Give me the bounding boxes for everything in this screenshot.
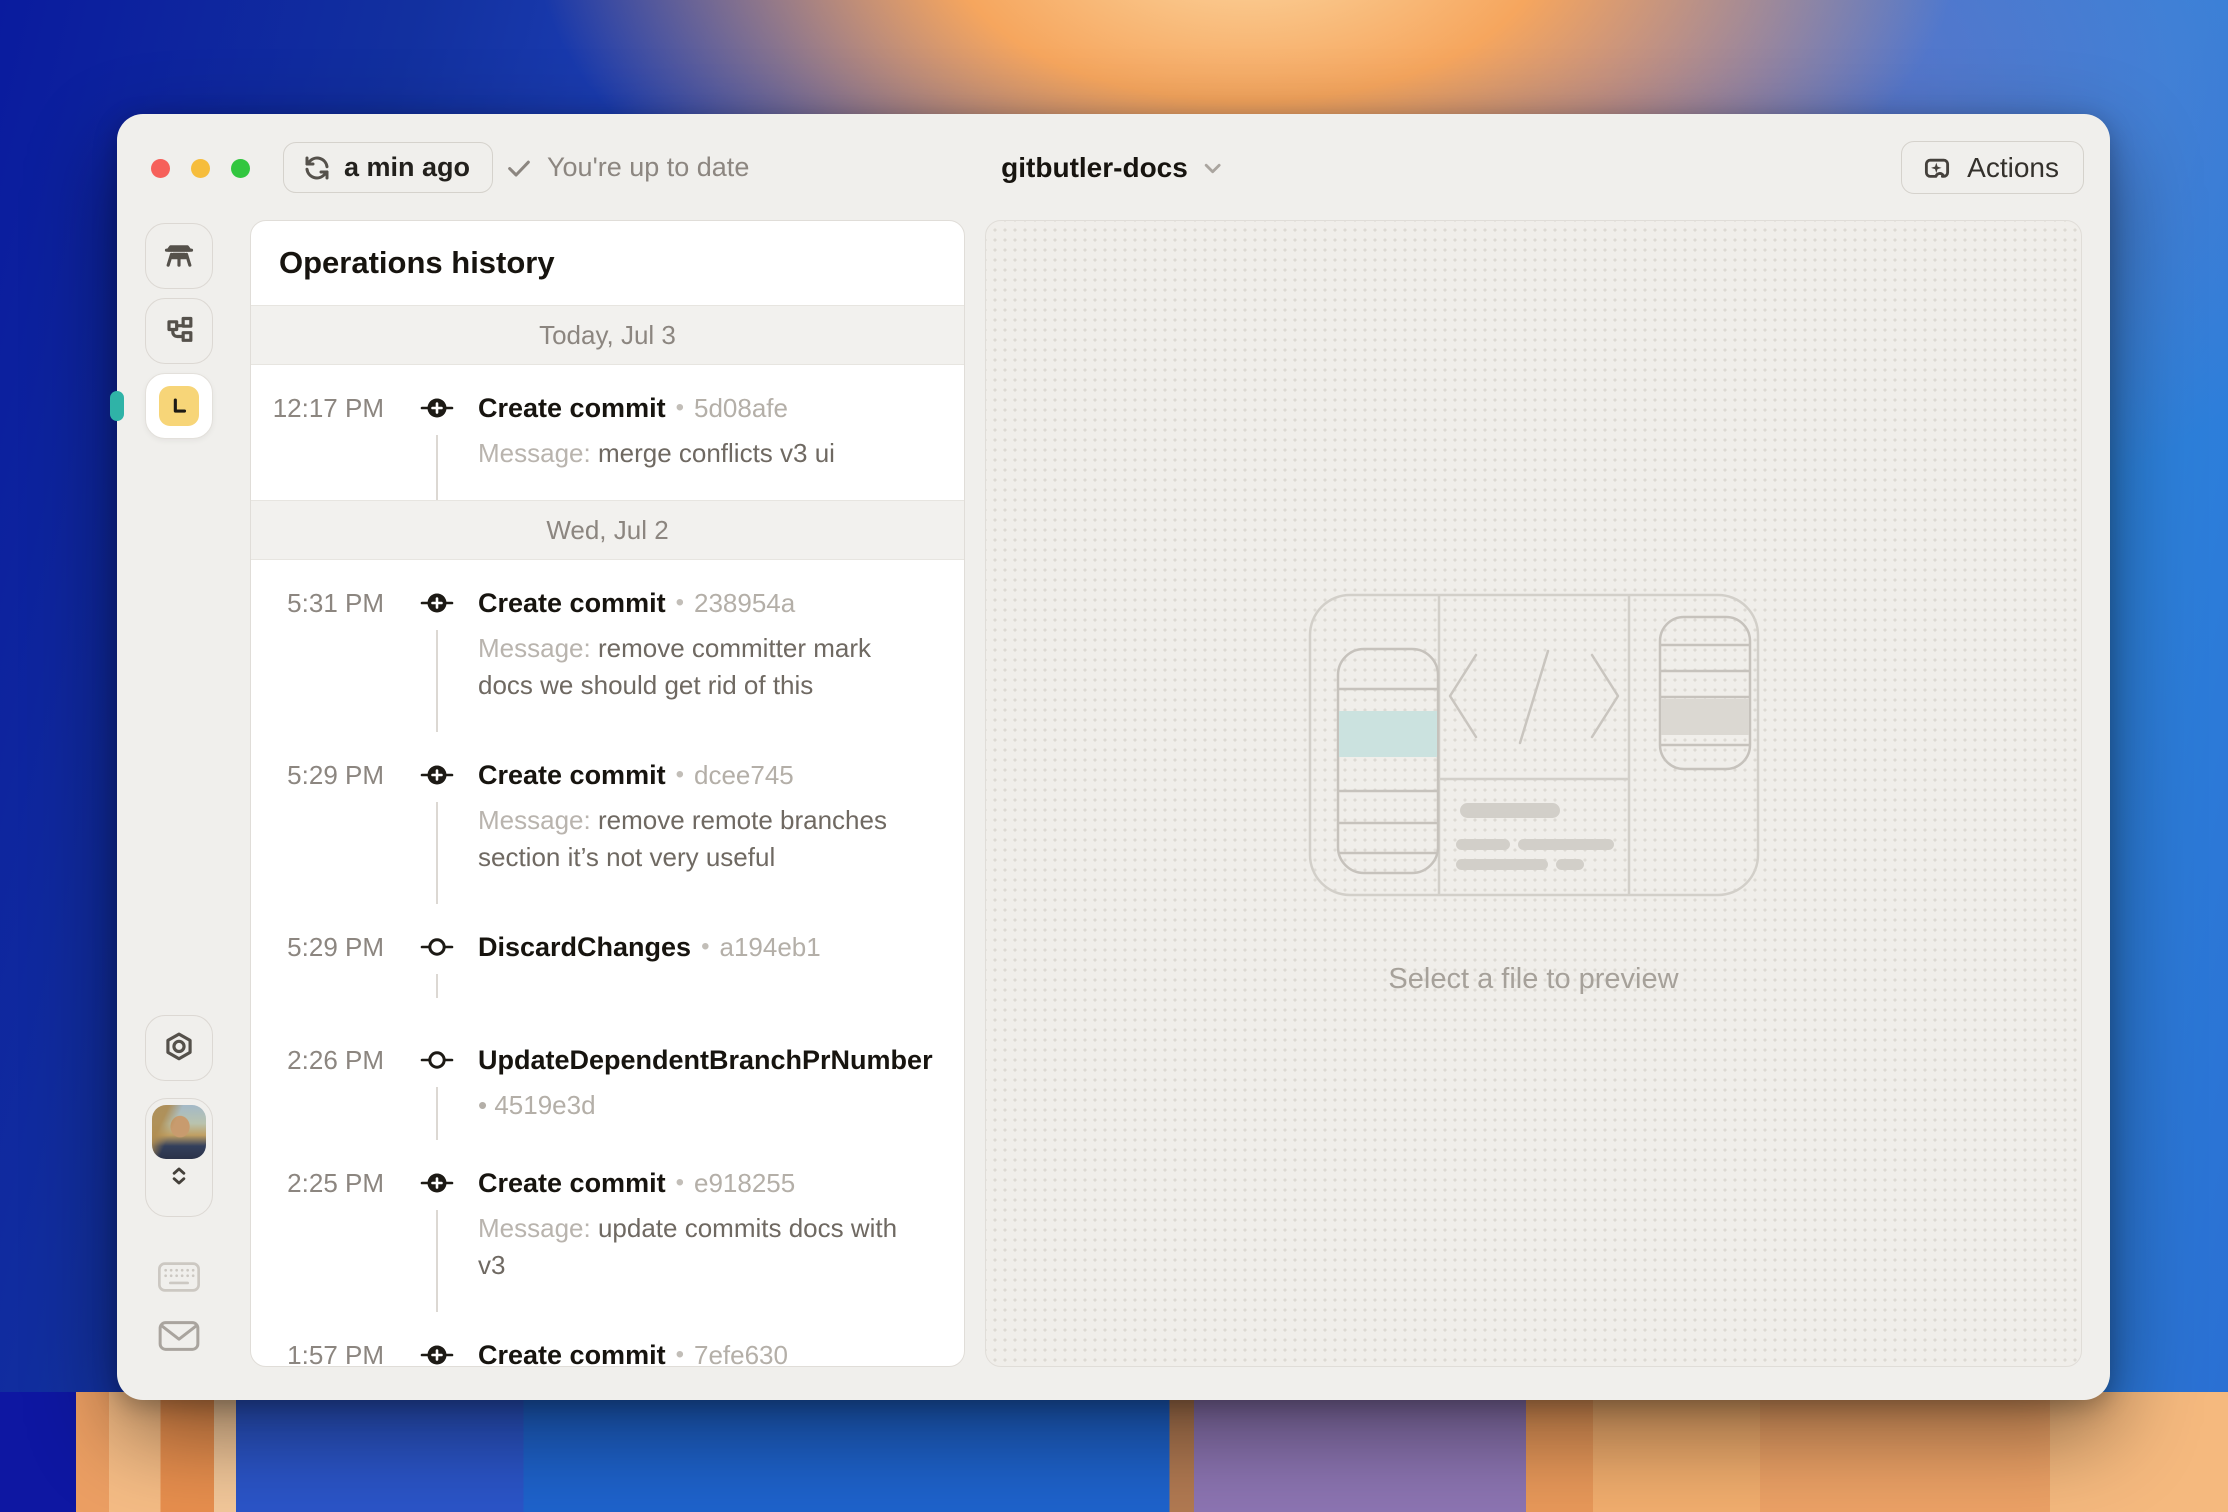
close-button[interactable] bbox=[151, 159, 170, 178]
keyboard-icon bbox=[157, 1260, 201, 1294]
entry-hash: e918255 bbox=[693, 1167, 796, 1198]
zoom-button[interactable] bbox=[231, 159, 250, 178]
message-label: Message: bbox=[478, 1213, 598, 1243]
entry-hash: a194eb1 bbox=[719, 931, 821, 962]
entry-hash: dcee745 bbox=[693, 759, 794, 790]
commit-icon bbox=[396, 930, 478, 964]
history-entry[interactable]: 2:25 PM Create commit • e918255 Message: upd… bbox=[251, 1140, 964, 1312]
entry-connector-line bbox=[436, 974, 438, 998]
panel-title: Operations history bbox=[279, 245, 555, 280]
message-label: Message: bbox=[478, 805, 598, 835]
entry-connector-line bbox=[436, 435, 438, 500]
operations-history-panel: Operations history Today, Jul 3 12:17 PM C… bbox=[250, 220, 965, 1367]
project-name: gitbutler-docs bbox=[1001, 151, 1188, 183]
entry-message bbox=[478, 974, 948, 1017]
entry-time: 5:31 PM bbox=[287, 587, 384, 618]
operations-list: Today, Jul 3 12:17 PM Create commit • 5d08af… bbox=[251, 305, 964, 1367]
entry-title: UpdateDependentBranchPrNumber bbox=[478, 1044, 933, 1075]
entry-title: Create commit bbox=[478, 1339, 666, 1367]
bullet-separator: • bbox=[675, 761, 684, 788]
actions-label: Actions bbox=[1967, 151, 2059, 183]
sparkle-icon bbox=[1920, 151, 1954, 185]
sync-label: a min ago bbox=[344, 152, 471, 182]
window-controls bbox=[151, 159, 250, 178]
file-preview-panel: Select a file to preview bbox=[985, 220, 2082, 1367]
commit-plus-icon bbox=[396, 758, 478, 792]
workbench-icon bbox=[159, 236, 199, 276]
sidebar-item-history[interactable] bbox=[145, 373, 213, 439]
preview-hint-text: Select a file to preview bbox=[1388, 963, 1679, 995]
bullet-separator: • bbox=[701, 933, 710, 960]
avatar bbox=[152, 1105, 206, 1159]
entry-title: Create commit bbox=[478, 1167, 666, 1198]
entry-message: Message: merge conflicts v3 ui bbox=[478, 438, 835, 468]
feedback-button[interactable] bbox=[145, 1318, 213, 1354]
entry-connector-line bbox=[436, 1210, 438, 1312]
commit-plus-icon bbox=[396, 1166, 478, 1200]
sidebar-item-branches[interactable] bbox=[145, 298, 213, 364]
settings-button[interactable] bbox=[145, 1015, 213, 1081]
entry-hash: 238954a bbox=[693, 587, 796, 618]
sync-button[interactable]: a min ago bbox=[283, 142, 494, 193]
sidebar-item-workspace[interactable] bbox=[145, 223, 213, 289]
history-entry[interactable]: 2:26 PM UpdateDependentBranchPrNumber • 45… bbox=[251, 1017, 964, 1140]
entry-message: Message: update commits docs with v3 bbox=[478, 1213, 898, 1280]
check-icon bbox=[505, 154, 533, 182]
status-text: You're up to date bbox=[547, 152, 750, 182]
history-entry[interactable]: 5:31 PM Create commit • 238954a Message: rem… bbox=[251, 560, 964, 732]
history-entry[interactable]: 5:29 PM Create commit • dcee745 Message: rem… bbox=[251, 732, 964, 904]
commit-icon bbox=[396, 1043, 478, 1077]
gitbutler-window: a min ago You're up to date gitbutler-do… bbox=[110, 114, 2110, 1400]
date-section-header: Today, Jul 3 bbox=[251, 305, 964, 365]
entry-title: DiscardChanges bbox=[478, 931, 692, 962]
project-switcher[interactable]: gitbutler-docs bbox=[1001, 142, 1226, 193]
chevron-sort-icon bbox=[166, 1163, 192, 1189]
entry-title: Create commit bbox=[478, 587, 666, 618]
entry-time: 2:26 PM bbox=[287, 1044, 384, 1075]
preview-placeholder-illustration bbox=[1308, 593, 1760, 897]
date-section-header: Wed, Jul 2 bbox=[251, 500, 964, 560]
bullet-separator: • bbox=[675, 394, 684, 421]
commit-plus-icon bbox=[396, 1338, 478, 1366]
message-label: Message: bbox=[478, 438, 598, 468]
wallpaper-light-rays bbox=[0, 1392, 2228, 1512]
lane-l-icon bbox=[159, 386, 199, 426]
bullet-separator: • bbox=[675, 1169, 684, 1196]
mail-icon bbox=[157, 1318, 201, 1354]
entry-message: Message: remove remote branches section … bbox=[478, 805, 887, 872]
minimize-button[interactable] bbox=[191, 159, 210, 178]
sync-icon bbox=[302, 153, 332, 183]
entry-time: 5:29 PM bbox=[287, 931, 384, 962]
bullet-separator: • bbox=[675, 1341, 684, 1367]
entry-message: • 4519e3d bbox=[478, 1090, 596, 1120]
message-label: Message: bbox=[478, 633, 598, 663]
entry-hash: 7efe630 bbox=[693, 1339, 788, 1367]
update-status: You're up to date bbox=[505, 142, 749, 193]
entry-connector-line bbox=[436, 1087, 438, 1140]
branches-icon bbox=[159, 311, 199, 351]
actions-button[interactable]: Actions bbox=[1901, 141, 2084, 194]
bullet-separator: • bbox=[675, 589, 684, 616]
entry-time: 1:57 PM bbox=[287, 1339, 384, 1367]
commit-plus-icon bbox=[396, 586, 478, 620]
shortcuts-button[interactable] bbox=[145, 1260, 213, 1294]
account-switcher[interactable] bbox=[145, 1098, 213, 1217]
entry-connector-line bbox=[436, 630, 438, 732]
entry-title: Create commit bbox=[478, 759, 666, 790]
history-entry[interactable]: 1:57 PM Create commit • 7efe630 bbox=[251, 1312, 964, 1367]
entry-hash: 5d08afe bbox=[693, 392, 788, 423]
entry-time: 5:29 PM bbox=[287, 759, 384, 790]
history-entry[interactable]: 5:29 PM DiscardChanges • a194eb1 bbox=[251, 904, 964, 1017]
history-entry[interactable]: 12:17 PM Create commit • 5d08afe Message: me… bbox=[251, 365, 964, 500]
entry-time: 12:17 PM bbox=[272, 392, 384, 423]
gear-icon bbox=[160, 1029, 198, 1067]
commit-plus-icon bbox=[396, 391, 478, 425]
chevron-down-icon bbox=[1200, 155, 1226, 181]
entry-title: Create commit bbox=[478, 392, 666, 423]
entry-message: Message: remove committer mark docs we s… bbox=[478, 633, 871, 700]
entry-time: 2:25 PM bbox=[287, 1167, 384, 1198]
active-page-indicator bbox=[110, 391, 124, 421]
entry-connector-line bbox=[436, 802, 438, 904]
